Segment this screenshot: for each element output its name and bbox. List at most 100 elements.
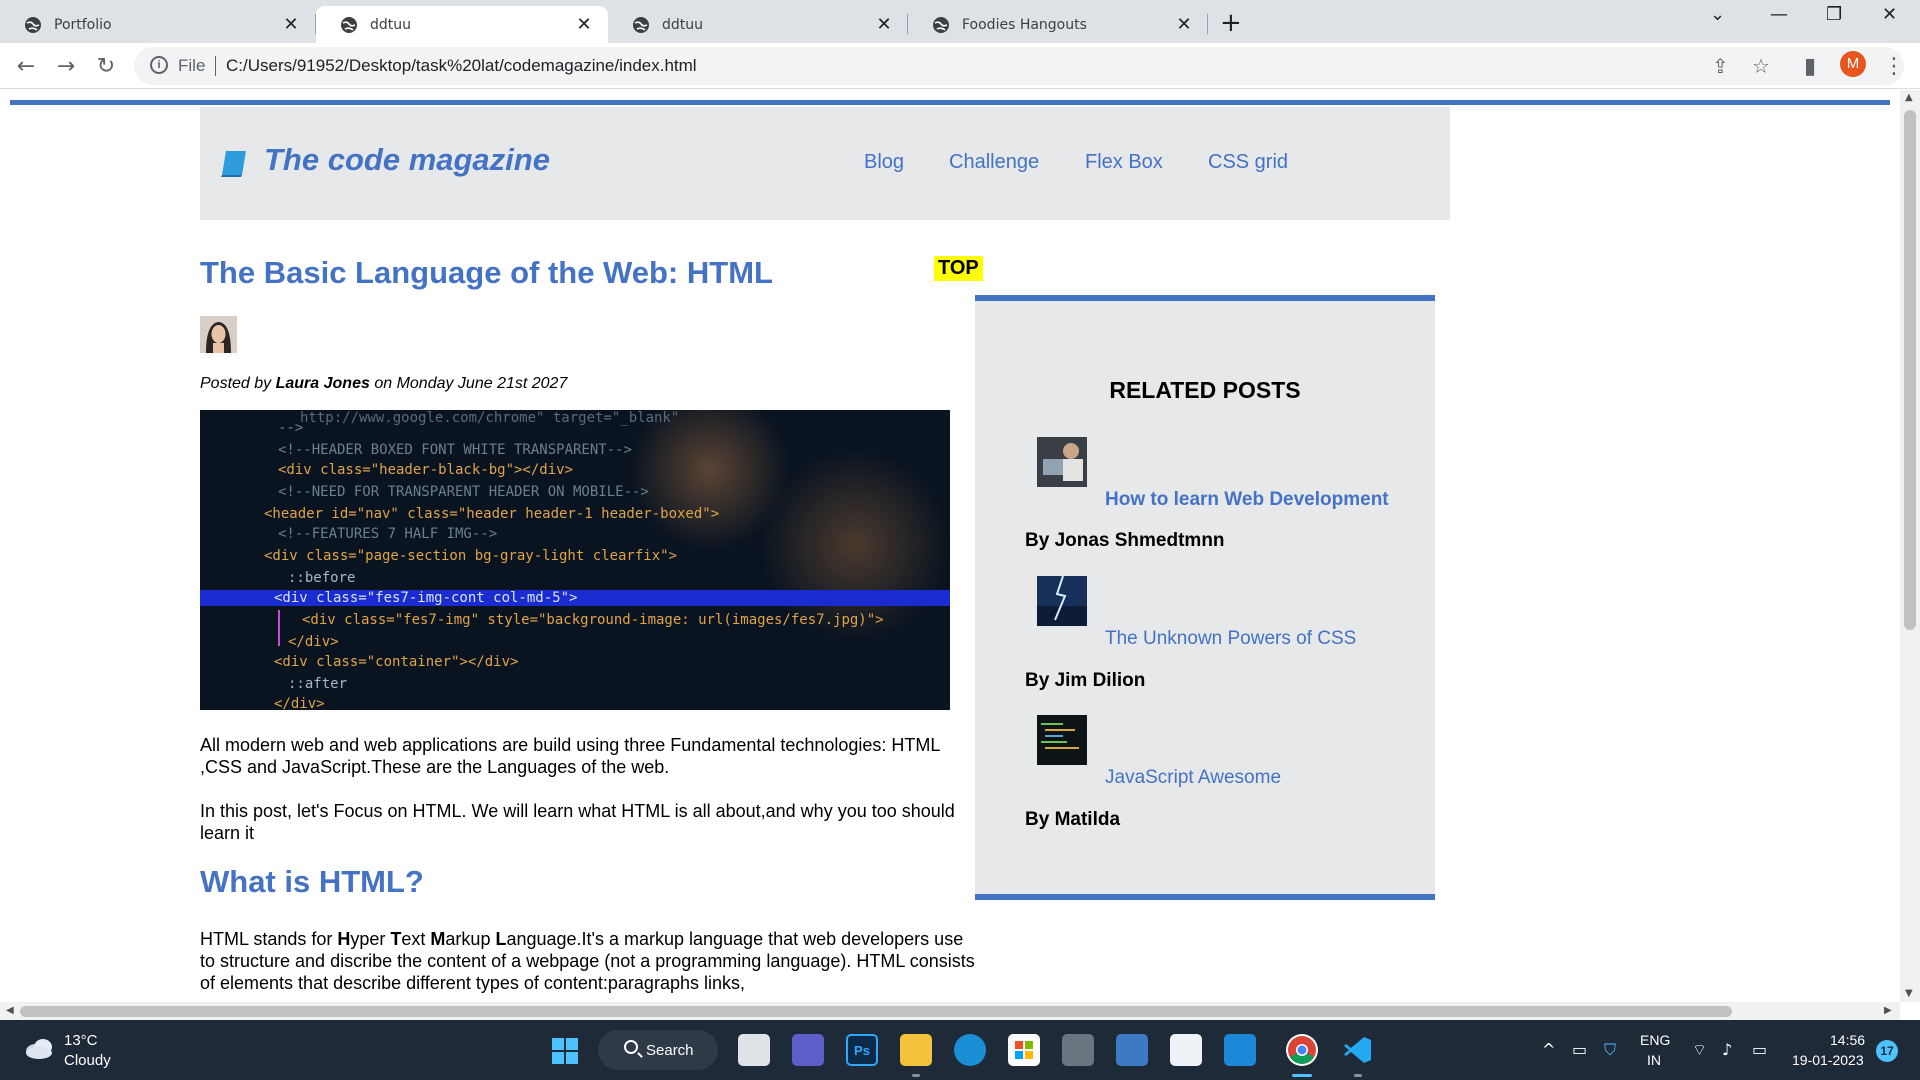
security-shield-icon[interactable]: ⛉ — [1604, 1040, 1616, 1060]
tab-portfolio[interactable]: Portfolio ✕ — [0, 6, 315, 43]
search-icon — [624, 1040, 638, 1054]
info-icon[interactable]: i — [150, 56, 168, 74]
close-tab-icon[interactable]: ✕ — [1174, 14, 1194, 35]
top-link[interactable]: TOP — [934, 256, 983, 281]
task-view-icon[interactable] — [738, 1034, 770, 1066]
window-close-icon[interactable]: ✕ — [1882, 4, 1897, 25]
page-viewport: The code magazine Blog Challenge Flex Bo… — [0, 90, 1900, 1002]
code-line-highlighted: <div class="fes7-img-cont col-md-5"> — [200, 590, 950, 606]
code-line: --> — [278, 420, 304, 436]
nav-link-flex-box[interactable]: Flex Box — [1085, 151, 1163, 174]
author-avatar — [200, 316, 237, 353]
photoshop-icon[interactable]: Ps — [846, 1034, 878, 1066]
windows-taskbar: 13°C Cloudy Search Ps ^ ▭ ⛉ ENG IN ⌔ ♪ ▭… — [0, 1020, 1920, 1080]
byline-prefix: Posted by — [200, 375, 276, 392]
related-post-thumbnail[interactable] — [1037, 715, 1087, 765]
clock-date[interactable]: 19-01-2023 — [1792, 1052, 1864, 1068]
nav-link-css-grid[interactable]: CSS grid — [1208, 151, 1288, 174]
code-line: </div> — [274, 696, 325, 710]
document-editor-icon[interactable] — [1170, 1034, 1202, 1066]
notepad-icon[interactable] — [1224, 1034, 1256, 1066]
teams-chat-icon[interactable] — [792, 1034, 824, 1066]
back-arrow-icon[interactable]: ← — [12, 52, 40, 80]
share-icon[interactable]: ⇪ — [1712, 54, 1729, 78]
nav-link-blog[interactable]: Blog — [864, 151, 904, 174]
top-accent-line — [10, 100, 1890, 105]
network-device-icon[interactable]: ▭ — [1572, 1040, 1587, 1059]
scroll-right-arrow-icon[interactable]: ▶ — [1884, 1005, 1892, 1016]
forward-arrow-icon[interactable]: → — [52, 52, 80, 80]
paragraph-intro: All modern web and web applications are … — [200, 735, 940, 777]
code-line: http://www.google.com/chrome" target="_b… — [300, 410, 680, 426]
vertical-scroll-thumb[interactable] — [1904, 110, 1916, 630]
close-tab-icon[interactable]: ✕ — [281, 14, 301, 35]
volume-icon[interactable]: ♪ — [1722, 1040, 1732, 1059]
python-icon[interactable] — [1116, 1034, 1148, 1066]
profile-avatar[interactable]: M — [1840, 51, 1866, 77]
file-explorer-icon[interactable] — [900, 1034, 932, 1066]
paragraph-focus: In this post, let's Focus on HTML. We wi… — [200, 801, 955, 843]
weather-condition[interactable]: Cloudy — [64, 1052, 111, 1069]
horizontal-scroll-thumb[interactable] — [20, 1006, 1732, 1017]
clock-time[interactable]: 14:56 — [1830, 1032, 1865, 1048]
region-indicator[interactable]: IN — [1647, 1052, 1661, 1068]
related-post-link[interactable]: The Unknown Powers of CSS — [1105, 628, 1356, 650]
camera-icon[interactable] — [1062, 1034, 1094, 1066]
scheme-label: File — [178, 56, 206, 75]
weather-temperature[interactable]: 13°C — [64, 1032, 98, 1049]
battery-icon[interactable]: ▭ — [1752, 1040, 1767, 1059]
browser-tab-strip: Portfolio ✕ ddtuu ✕ ddtuu ✕ Foodies Hang… — [0, 0, 1920, 43]
search-label: Search — [646, 1041, 694, 1059]
globe-icon — [933, 16, 949, 33]
language-indicator[interactable]: ENG — [1640, 1032, 1670, 1048]
reload-icon[interactable]: ↻ — [92, 52, 120, 80]
new-tab-button[interactable]: + — [1220, 8, 1242, 38]
cloud-icon[interactable] — [24, 1036, 54, 1060]
byline-author: Laura Jones — [275, 375, 370, 392]
tab-ddtuu-active[interactable]: ddtuu ✕ — [316, 6, 608, 43]
side-panel-icon[interactable]: ▮ — [1796, 52, 1824, 80]
notification-badge[interactable]: 17 — [1876, 1040, 1898, 1062]
tab-label: Foodies Hangouts — [962, 16, 1087, 33]
scroll-left-arrow-icon[interactable]: ◀ — [6, 1005, 14, 1016]
bookmark-star-icon[interactable]: ☆ — [1752, 54, 1770, 78]
running-indicator — [912, 1074, 920, 1077]
nav-link-challenge[interactable]: Challenge — [949, 151, 1039, 174]
kebab-menu-icon[interactable]: ⋮ — [1880, 52, 1908, 80]
tab-ddtuu[interactable]: ddtuu ✕ — [608, 6, 908, 43]
tab-foodies-hangouts[interactable]: Foodies Hangouts ✕ — [908, 6, 1208, 43]
edge-browser-icon[interactable] — [954, 1034, 986, 1066]
related-post-thumbnail[interactable] — [1037, 437, 1087, 487]
address-bar[interactable]: i File C:/Users/91952/Desktop/task%20lat… — [134, 47, 1904, 85]
horizontal-scrollbar[interactable]: ◀ ▶ — [0, 1002, 1900, 1020]
code-line: <div class="container"></div> — [274, 654, 519, 670]
taskbar-search-button[interactable]: Search — [598, 1030, 718, 1070]
text-run-bold: T — [390, 929, 402, 949]
url-text[interactable]: C:/Users/91952/Desktop/task%20lat/codema… — [226, 56, 697, 76]
post-title: The Basic Language of the Web: HTML — [200, 255, 773, 290]
wifi-icon[interactable]: ⌔ — [1692, 1040, 1707, 1060]
vertical-scrollbar[interactable]: ▲ ▼ — [1900, 90, 1920, 1002]
minimize-icon[interactable]: — — [1770, 4, 1788, 25]
section-heading-what-is-html: What is HTML? — [200, 864, 424, 899]
show-hidden-icons-chevron-icon[interactable]: ^ — [1542, 1040, 1555, 1059]
windows-start-icon[interactable] — [552, 1038, 578, 1064]
chrome-icon[interactable] — [1286, 1034, 1318, 1066]
scroll-up-arrow-icon[interactable]: ▲ — [1905, 92, 1913, 103]
related-post-author: By Jim Dilion — [1025, 670, 1146, 691]
tab-search-chevron-icon[interactable]: ⌄ — [1710, 4, 1725, 25]
globe-icon — [341, 16, 357, 33]
site-logo-text[interactable]: The code magazine — [264, 142, 550, 178]
scroll-down-arrow-icon[interactable]: ▼ — [1905, 988, 1913, 999]
microsoft-store-icon[interactable] — [1008, 1034, 1040, 1066]
code-indent-guide — [278, 610, 280, 646]
related-post-link[interactable]: How to learn Web Development — [1105, 489, 1389, 511]
vscode-icon[interactable] — [1342, 1034, 1374, 1066]
restore-icon[interactable]: ❐ — [1826, 4, 1842, 25]
close-tab-icon[interactable]: ✕ — [574, 14, 594, 35]
close-tab-icon[interactable]: ✕ — [874, 14, 894, 35]
code-line: <div class="header-black-bg"></div> — [278, 462, 574, 478]
site-header: The code magazine Blog Challenge Flex Bo… — [200, 107, 1450, 220]
related-post-link[interactable]: JavaScript Awesome — [1105, 767, 1281, 789]
related-post-thumbnail[interactable] — [1037, 576, 1087, 626]
